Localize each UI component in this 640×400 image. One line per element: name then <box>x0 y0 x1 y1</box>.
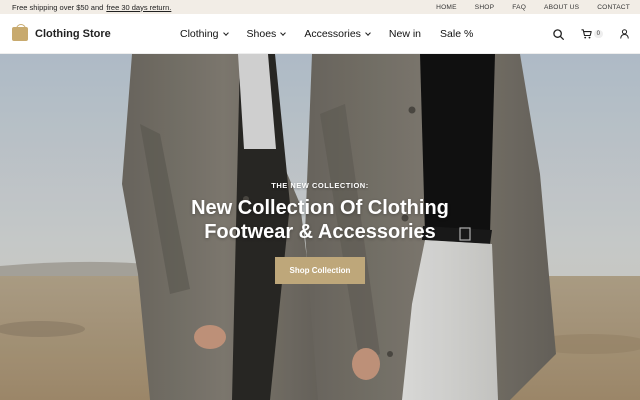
chevron-down-icon <box>365 30 371 36</box>
bag-logo-icon <box>12 23 28 41</box>
header-actions: 0 <box>552 14 629 54</box>
main-nav: Clothing Shoes Accessories New in Sale % <box>180 14 492 54</box>
brand-name: Clothing Store <box>35 27 111 40</box>
nav-item-shoes[interactable]: Shoes <box>246 28 287 40</box>
promo-text: Free shipping over $50 and <box>12 2 104 12</box>
search-icon[interactable] <box>552 28 564 40</box>
nav-label: Shoes <box>246 28 277 40</box>
chevron-down-icon <box>280 30 287 36</box>
utility-link-home[interactable]: HOME <box>427 4 466 11</box>
user-icon[interactable] <box>620 29 629 39</box>
nav-item-sale[interactable]: Sale % <box>440 28 473 40</box>
nav-item-accessories[interactable]: Accessories <box>304 28 371 40</box>
shop-collection-button[interactable]: Shop Collection <box>274 257 366 284</box>
announcement-bar: Free shipping over $50 and free 30 days … <box>0 0 640 14</box>
cart-button[interactable]: 0 <box>581 29 603 39</box>
hero-eyebrow: THE NEW COLLECTION: <box>271 181 369 190</box>
utility-link-faq[interactable]: FAQ <box>503 4 535 11</box>
nav-label: Accessories <box>304 28 361 40</box>
hero-title: New Collection Of Clothing Footwear & Ac… <box>191 196 449 244</box>
brand-logo[interactable]: Clothing Store <box>12 23 111 41</box>
hero-title-line-2: Footwear & Accessories <box>204 221 436 243</box>
hero-content: THE NEW COLLECTION: New Collection Of Cl… <box>0 54 640 400</box>
nav-label: Clothing <box>180 28 219 40</box>
nav-item-new-in[interactable]: New in <box>389 28 421 40</box>
utility-link-about[interactable]: ABOUT US <box>535 4 588 11</box>
hero-title-line-1: New Collection Of Clothing <box>191 197 449 219</box>
free-returns-link[interactable]: free 30 days return. <box>106 3 171 12</box>
nav-label: Sale % <box>440 28 474 40</box>
hero-banner: THE NEW COLLECTION: New Collection Of Cl… <box>0 54 640 400</box>
site-header: Clothing Store Clothing Shoes Accessorie… <box>0 14 640 54</box>
cart-count-badge: 0 <box>593 30 603 38</box>
nav-label: New in <box>388 28 422 40</box>
cart-icon <box>581 29 592 39</box>
utility-nav: HOME SHOP FAQ ABOUT US CONTACT <box>427 4 630 11</box>
shipping-promo: Free shipping over $50 and free 30 days … <box>12 3 171 12</box>
utility-link-contact[interactable]: CONTACT <box>588 4 630 11</box>
utility-link-shop[interactable]: SHOP <box>466 4 504 11</box>
chevron-down-icon <box>222 30 229 36</box>
nav-item-clothing[interactable]: Clothing <box>180 28 229 40</box>
